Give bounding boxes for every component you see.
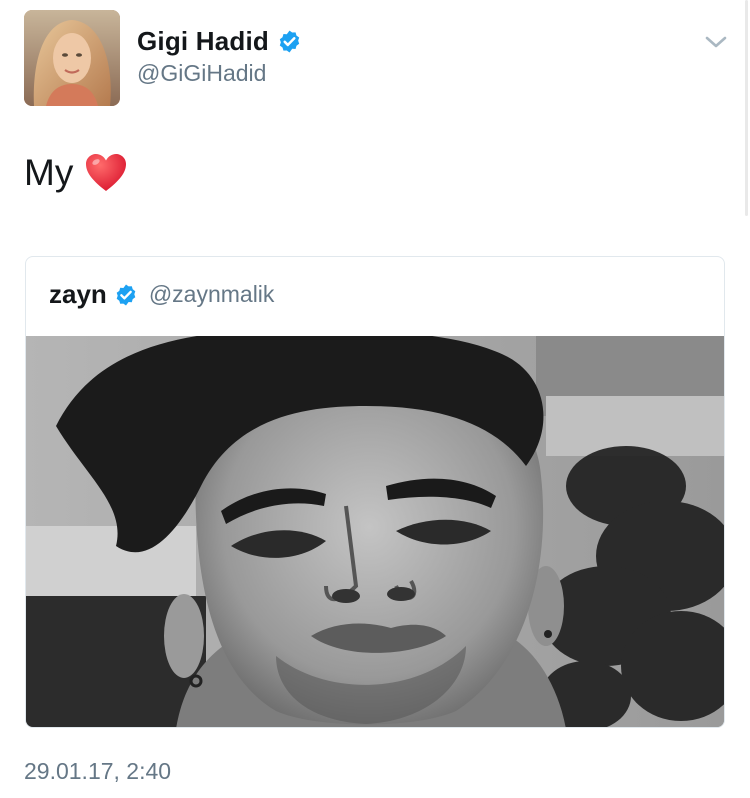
tweet-detail: Gigi Hadid @GiGiHadid My zayn @zaynmalik…	[0, 0, 750, 798]
quoted-tweet-header: zayn @zaynmalik	[49, 279, 274, 310]
author-name-text: Gigi Hadid	[137, 26, 269, 56]
tweet-text-content: My	[24, 152, 74, 193]
avatar-image	[24, 10, 120, 106]
heart-icon	[86, 154, 127, 191]
quoted-author-name: zayn	[49, 279, 107, 309]
verified-badge-icon	[279, 30, 300, 53]
selfie-photo-image	[26, 329, 724, 727]
chevron-down-icon[interactable]	[704, 33, 728, 51]
author-name[interactable]: Gigi Hadid	[137, 26, 302, 57]
quoted-author-handle: @zaynmalik	[148, 281, 275, 307]
author-handle[interactable]: @GiGiHadid	[137, 60, 266, 87]
quoted-tweet-card[interactable]: zayn @zaynmalik	[25, 256, 725, 728]
tweet-timestamp: 29.01.17, 2:40	[24, 758, 172, 784]
author-avatar[interactable]	[24, 10, 120, 106]
tweet-text: My	[24, 152, 127, 194]
scrollbar[interactable]	[745, 0, 748, 216]
quoted-tweet-photo[interactable]	[26, 329, 724, 727]
verified-badge-icon	[116, 284, 136, 305]
